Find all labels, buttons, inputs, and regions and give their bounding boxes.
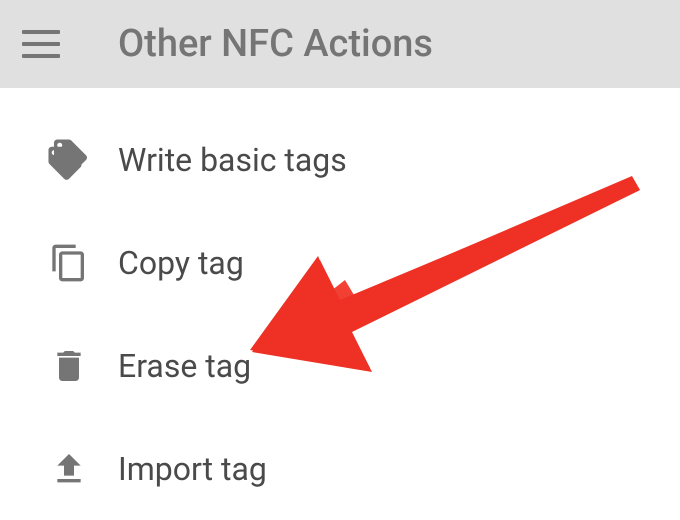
list-item-copy-tag[interactable]: Copy tag [0,211,680,314]
list-item-label: Erase tag [118,347,251,385]
list-item-import-tag[interactable]: Import tag [0,417,680,520]
app-toolbar: Other NFC Actions [0,0,680,88]
copy-icon [44,238,94,288]
actions-list: Write basic tags Copy tag Erase tag Impo… [0,88,680,520]
list-item-label: Copy tag [118,244,244,282]
menu-icon[interactable] [22,22,66,66]
list-item-write-basic-tags[interactable]: Write basic tags [0,108,680,211]
upload-icon [44,444,94,494]
list-item-label: Import tag [118,450,267,488]
list-item-label: Write basic tags [118,141,347,179]
trash-icon [44,341,94,391]
page-title: Other NFC Actions [118,22,433,66]
list-item-erase-tag[interactable]: Erase tag [0,314,680,417]
tags-icon [44,135,94,185]
